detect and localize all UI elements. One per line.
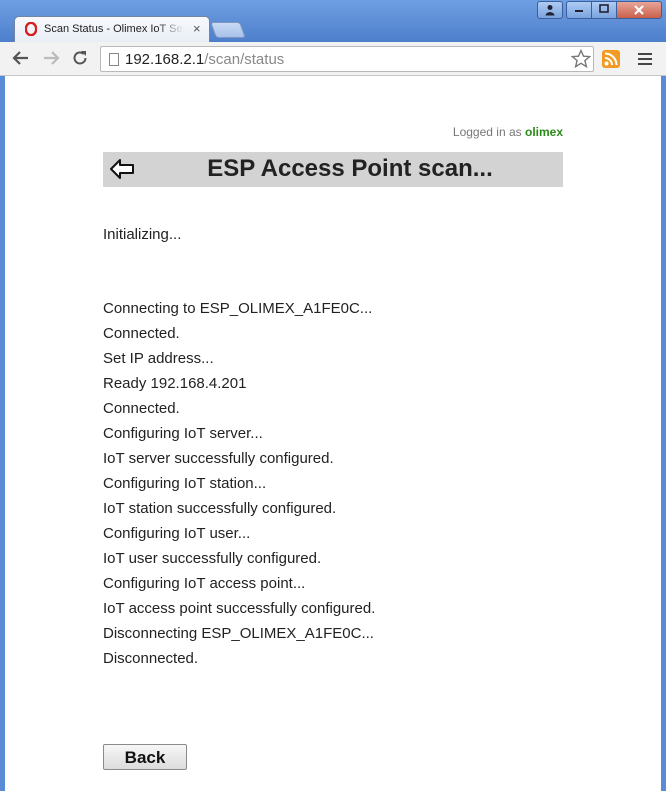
url-path: /scan/status: [204, 51, 285, 68]
rss-feed-icon[interactable]: [602, 50, 620, 68]
logged-in-prefix: Logged in as: [452, 125, 522, 139]
status-log: Connecting to ESP_OLIMEX_A1FE0C... Connec…: [103, 300, 375, 675]
browser-toolbar: 192.168.2.1/scan/status: [0, 42, 666, 76]
tab-close-icon[interactable]: ×: [193, 22, 201, 36]
status-line: Configuring IoT server...: [103, 425, 263, 442]
status-line: IoT user successfully configured.: [103, 550, 322, 567]
status-line: Configuring IoT access point...: [103, 575, 306, 592]
title-bar: Scan Status - Olimex IoT Ser ×: [0, 0, 666, 42]
status-line: Connecting to ESP_OLIMEX_A1FE0C...: [103, 300, 373, 317]
status-line: Configuring IoT user...: [103, 525, 251, 542]
user-profile-button[interactable]: [537, 1, 563, 19]
status-line: Disconnecting ESP_OLIMEX_A1FE0C...: [103, 625, 374, 642]
status-line: Set IP address...: [103, 350, 214, 367]
menu-icon[interactable]: [638, 53, 652, 68]
new-tab-button[interactable]: [210, 22, 246, 38]
opera-favicon-icon: [25, 22, 37, 36]
status-line: Connected.: [103, 325, 180, 342]
status-line: IoT access point successfully configured…: [103, 600, 376, 617]
initializing-text: Initializing...: [103, 226, 182, 243]
logged-in-username: olimex: [524, 125, 563, 139]
bookmark-star-icon[interactable]: [571, 49, 591, 69]
status-line: Connected.: [103, 400, 180, 417]
status-line: Configuring IoT station...: [103, 475, 267, 492]
tab-title: Scan Status - Olimex IoT Ser: [44, 23, 184, 35]
maximize-icon: [599, 4, 609, 13]
address-bar[interactable]: 192.168.2.1/scan/status: [100, 46, 594, 72]
tab-scan-status[interactable]: Scan Status - Olimex IoT Ser ×: [14, 16, 210, 42]
reload-icon[interactable]: [72, 50, 88, 66]
maximize-button[interactable]: [591, 1, 617, 19]
user-icon: [545, 5, 555, 16]
page-title: ESP Access Point scan...: [207, 155, 493, 182]
url-text: 192.168.2.1/scan/status: [125, 51, 284, 68]
page-viewport: Logged in as olimex ESP Access Point sca…: [5, 76, 661, 791]
back-button[interactable]: Back: [103, 744, 187, 770]
page-icon: [109, 53, 119, 66]
forward-arrow-icon[interactable]: [42, 50, 60, 66]
status-line: IoT server successfully configured.: [103, 450, 334, 467]
page-header: ESP Access Point scan...: [103, 152, 563, 187]
minimize-button[interactable]: [566, 1, 592, 19]
close-icon: [634, 5, 644, 15]
status-line: IoT station successfully configured.: [103, 500, 337, 517]
back-arrow-icon[interactable]: [12, 50, 30, 66]
minimize-icon: [575, 10, 583, 12]
logged-in-text: Logged in as olimex: [103, 125, 563, 139]
browser-window: Scan Status - Olimex IoT Ser × 192.168.2…: [0, 0, 666, 791]
close-window-button[interactable]: [616, 1, 662, 19]
url-host: 192.168.2.1: [125, 51, 205, 68]
status-line: Disconnected.: [103, 650, 199, 667]
status-line: Ready 192.168.4.201: [103, 375, 247, 392]
